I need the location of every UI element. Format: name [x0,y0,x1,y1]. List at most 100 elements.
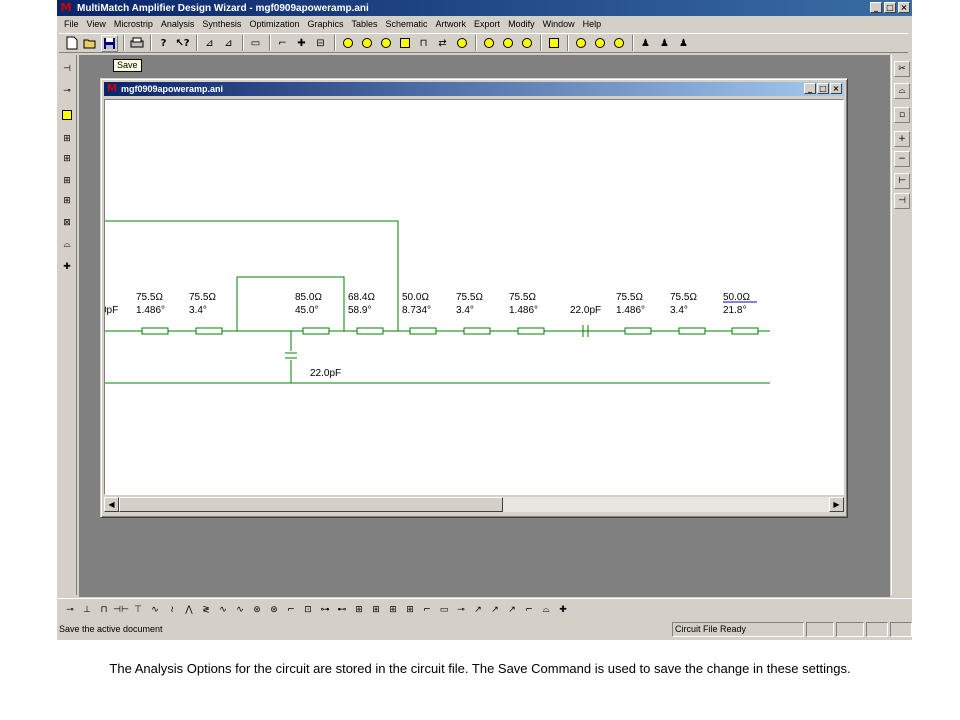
zoom-out-icon[interactable]: − [894,151,910,167]
context-help-icon[interactable]: ↖? [174,35,191,52]
menu-tables[interactable]: Tables [347,19,381,29]
stub-open-icon[interactable]: ⌐ [284,602,298,618]
menu-export[interactable]: Export [470,19,504,29]
transmission-line-element[interactable] [141,327,169,335]
y-param-icon[interactable] [480,35,497,52]
person-1-icon[interactable]: ♟ [637,35,654,52]
menu-graphics[interactable]: Graphics [303,19,347,29]
left-tool-stub-4-icon[interactable]: ⊞ [59,193,75,209]
menu-modify[interactable]: Modify [504,19,539,29]
transmission-line-element[interactable] [302,327,330,335]
help-icon[interactable]: ? [155,35,172,52]
left-tool-box-icon[interactable] [59,107,75,123]
menu-file[interactable]: File [60,19,83,29]
menu-synthesis[interactable]: Synthesis [198,19,245,29]
stability-icon[interactable] [377,35,394,52]
artwork-icon[interactable] [545,35,562,52]
shunt-cap-icon[interactable]: ⊤ [131,602,145,618]
open-folder-icon[interactable] [82,35,99,52]
document-title-bar[interactable]: M mgf0909apoweramp.ani _ □ × [104,82,844,96]
smith-chart-icon[interactable] [339,35,356,52]
bend-icon[interactable]: ⌐ [522,602,536,618]
left-tool-stub-3-icon[interactable]: ⊞ [59,173,75,189]
diode-icon[interactable]: ⊸ [454,602,468,618]
circle-3-icon[interactable] [610,35,627,52]
arrow-1-icon[interactable]: ↗ [471,602,485,618]
noise-icon[interactable] [396,35,413,52]
shunt-line-icon[interactable]: ⊥ [80,602,94,618]
tuning-icon[interactable]: ⌐ [420,602,434,618]
maximize-button[interactable]: □ [884,2,896,13]
arrow-3-icon[interactable]: ↗ [505,602,519,618]
transmission-line-element[interactable] [624,327,652,335]
doc-minimize-button[interactable]: _ [804,83,816,94]
cross-shape-icon[interactable]: ✚ [556,602,570,618]
circle-1-icon[interactable] [572,35,589,52]
network-icon[interactable]: ⊓ [415,35,432,52]
transmission-line-element[interactable] [517,327,545,335]
cut-icon[interactable]: ✂ [894,61,910,77]
menu-analysis[interactable]: Analysis [157,19,199,29]
transmission-line-element[interactable] [678,327,706,335]
title-bar[interactable]: M MultiMatch Amplifier Design Wizard - m… [57,0,912,16]
box-tool-icon[interactable]: ▭ [247,35,264,52]
left-tool-stub-icon[interactable]: ⊞ [59,131,75,147]
new-file-icon[interactable] [63,35,80,52]
minimize-button[interactable]: _ [870,2,882,13]
left-tool-cap-icon[interactable]: ⌓ [59,237,75,253]
gamma-chart-icon[interactable] [358,35,375,52]
menu-artwork[interactable]: Artwork [432,19,471,29]
shunt-ind-icon[interactable]: ≀ [165,602,179,618]
transmission-line-element[interactable] [463,327,491,335]
transfer-icon[interactable]: ⇄ [434,35,451,52]
doc-maximize-button[interactable]: □ [817,83,829,94]
network-4-icon[interactable]: ⊞ [403,602,417,618]
move-right-icon[interactable]: ⊢ [894,173,910,189]
menu-microstrip[interactable]: Microstrip [110,19,157,29]
network-2-icon[interactable]: ⊞ [369,602,383,618]
stub-short-icon[interactable]: ⊡ [301,602,315,618]
menu-view[interactable]: View [83,19,110,29]
transformer-icon[interactable]: ⊛ [250,602,264,618]
shape-icon[interactable]: ⌓ [894,83,910,99]
cap-shape-icon[interactable]: ⌓ [539,602,553,618]
transformer-2-icon[interactable]: ⊛ [267,602,281,618]
transmission-line-element[interactable] [409,327,437,335]
series-cap-icon[interactable]: ⊣⊢ [113,602,129,618]
scroll-left-button[interactable]: ◀ [104,497,119,512]
left-tool-port-icon[interactable]: ⊣ [59,61,75,77]
transmission-line-element[interactable] [195,327,223,335]
tee-icon[interactable]: ⊟ [312,35,329,52]
left-tool-ground-icon[interactable]: ⊸ [59,83,75,99]
menu-help[interactable]: Help [579,19,606,29]
network-1-icon[interactable]: ⊞ [352,602,366,618]
target-icon[interactable] [518,35,535,52]
microstrip-tool-2-icon[interactable]: ⊿ [220,35,237,52]
doc-close-button[interactable]: × [830,83,842,94]
person-3-icon[interactable]: ♟ [675,35,692,52]
series-ind-icon[interactable]: ∿ [148,602,162,618]
left-tool-stub-2-icon[interactable]: ⊞ [59,151,75,167]
coupler-2-icon[interactable]: ⊷ [335,602,349,618]
schematic-canvas[interactable]: 0pF 75.5Ω 1.486° 75.5Ω 3.4° 85.0Ω 45.0° 68.4Ω 58… [104,99,844,495]
move-left-icon[interactable]: ⊣ [894,193,910,209]
circle-2-icon[interactable] [591,35,608,52]
cross-icon[interactable]: ✚ [293,35,310,52]
transmission-line-element[interactable] [356,327,384,335]
zoom-in-icon[interactable]: + [894,131,910,147]
network-3-icon[interactable]: ⊞ [386,602,400,618]
s-param-icon[interactable] [499,35,516,52]
menu-schematic[interactable]: Schematic [382,19,432,29]
save-disk-icon[interactable] [101,34,118,52]
person-2-icon[interactable]: ♟ [656,35,673,52]
tuning-2-icon[interactable]: ▭ [437,602,451,618]
left-tool-cross-icon[interactable]: ✚ [59,259,75,275]
rlc-2-icon[interactable]: ∿ [233,602,247,618]
print-icon[interactable] [128,35,145,52]
left-tool-square-icon[interactable]: ⊠ [59,215,75,231]
menu-optimization[interactable]: Optimization [245,19,303,29]
coupler-icon[interactable]: ⊶ [318,602,332,618]
close-button[interactable]: × [898,2,910,13]
horizontal-scrollbar[interactable]: ◀ ▶ [104,497,844,512]
transmission-line-element[interactable] [731,327,759,335]
